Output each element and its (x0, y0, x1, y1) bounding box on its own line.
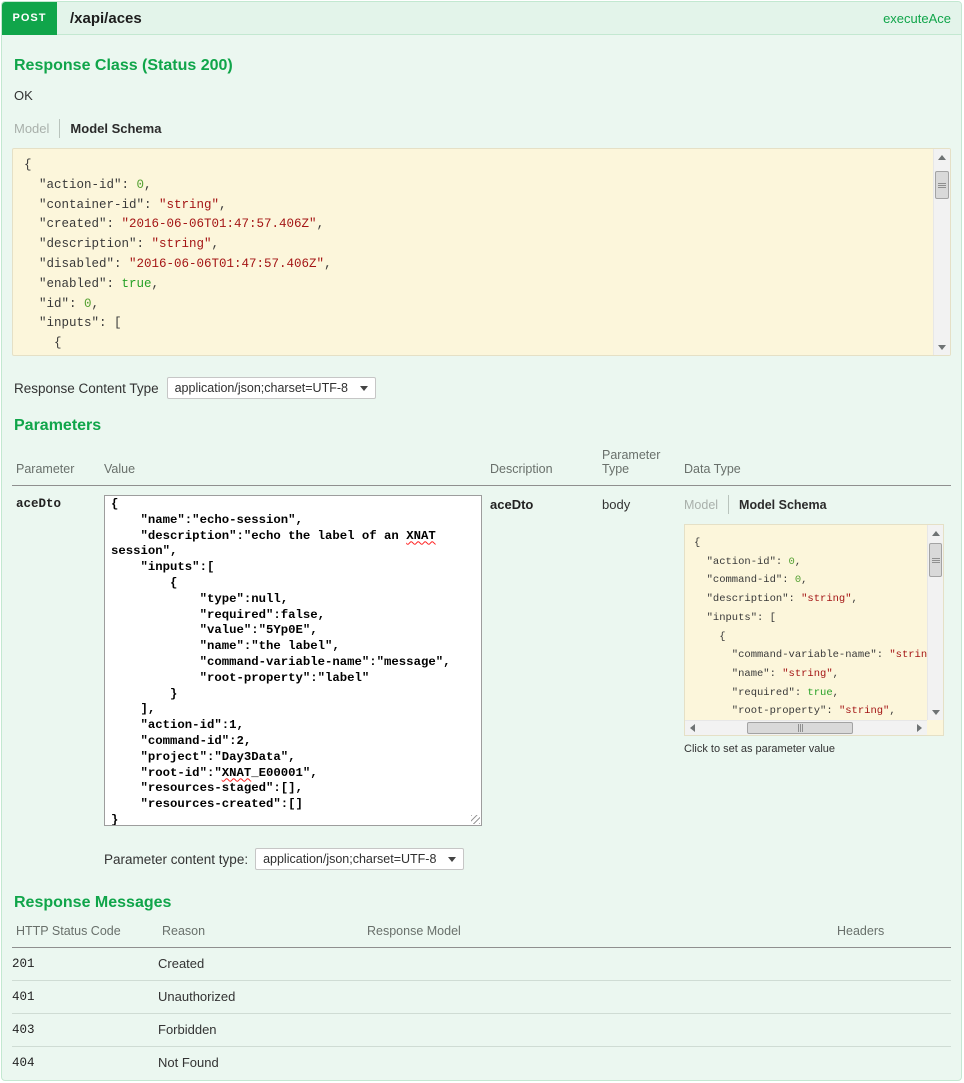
code-vertical-scrollbar[interactable] (933, 149, 950, 355)
tab-separator (59, 119, 60, 138)
status-reason: Forbidden (158, 1022, 363, 1037)
tab-model-schema-small[interactable]: Model Schema (739, 498, 827, 512)
execute-ace-link[interactable]: executeAce (883, 11, 951, 26)
scroll-left-button[interactable] (685, 721, 700, 735)
col-data-type: Data Type (684, 462, 951, 476)
col-parameter: Parameter (16, 462, 104, 476)
tab-separator (728, 495, 729, 514)
tab-model-schema[interactable]: Model Schema (70, 121, 161, 136)
response-content-type-label: Response Content Type (14, 381, 159, 396)
col-response-model: Response Model (367, 924, 837, 938)
arrow-right-icon (917, 724, 922, 732)
data-type-tabs: Model Model Schema (684, 495, 951, 514)
parameter-value-cell: { "name":"echo-session", "description":"… (104, 495, 490, 870)
response-messages-title: Response Messages (14, 894, 951, 912)
scroll-down-button[interactable] (928, 704, 943, 720)
scroll-right-button[interactable] (912, 721, 927, 735)
parameter-content-type-label: Parameter content type: (104, 852, 248, 867)
parameter-schema-codebox[interactable]: { "action-id": 0, "command-id": 0, "desc… (684, 524, 944, 736)
schema-horizontal-scrollbar[interactable] (685, 720, 927, 735)
scroll-down-button[interactable] (934, 339, 950, 355)
arrow-up-icon (932, 531, 940, 536)
status-code: 404 (12, 1056, 158, 1070)
data-type-cell: Model Model Schema { "action-id": 0, "co… (684, 495, 951, 870)
parameters-title: Parameters (14, 417, 951, 435)
parameter-value-textarea[interactable]: { "name":"echo-session", "description":"… (104, 495, 482, 826)
arrow-down-icon (932, 710, 940, 715)
scrollbar-thumb[interactable] (747, 722, 853, 734)
tab-model[interactable]: Model (14, 121, 49, 136)
schema-vertical-scrollbar[interactable] (927, 525, 943, 720)
chevron-down-icon (448, 857, 456, 862)
response-message-row: 201 Created (12, 948, 951, 981)
response-content-type-row: Response Content Type application/json;c… (14, 377, 951, 399)
parameter-content-type-row: Parameter content type: application/json… (104, 848, 490, 870)
response-class-tabs: Model Model Schema (14, 119, 951, 138)
response-content-type-value: application/json;charset=UTF-8 (175, 381, 348, 395)
parameters-header-row: Parameter Value Description Parameter Ty… (12, 448, 951, 486)
scroll-up-button[interactable] (934, 149, 950, 165)
response-schema-code[interactable]: { "action-id": 0, "container-id": "strin… (13, 149, 933, 355)
arrow-up-icon (938, 155, 946, 160)
endpoint-panel: POST /xapi/aces executeAce Response Clas… (1, 1, 962, 1081)
response-content-type-select[interactable]: application/json;charset=UTF-8 (167, 377, 376, 399)
response-messages-header-row: HTTP Status Code Reason Response Model H… (12, 924, 951, 948)
status-reason: Unauthorized (158, 989, 363, 1004)
status-reason: Not Found (158, 1055, 363, 1070)
parameter-row: aceDto { "name":"echo-session", "descrip… (12, 486, 951, 870)
status-code: 201 (12, 957, 158, 971)
scrollbar-thumb[interactable] (929, 543, 942, 577)
chevron-down-icon (360, 386, 368, 391)
endpoint-heading: POST /xapi/aces executeAce (2, 2, 961, 35)
parameter-content-type-select[interactable]: application/json;charset=UTF-8 (255, 848, 464, 870)
scrollbar-grip-icon (938, 183, 946, 188)
scroll-up-button[interactable] (928, 525, 943, 541)
arrow-down-icon (938, 345, 946, 350)
col-parameter-type: Parameter Type (602, 448, 684, 476)
http-method-badge[interactable]: POST (2, 2, 57, 35)
parameter-content-type-value: application/json;charset=UTF-8 (263, 852, 436, 866)
scrollbar-grip-icon (932, 558, 940, 563)
response-schema-codebox: { "action-id": 0, "container-id": "strin… (12, 148, 951, 356)
schema-click-hint: Click to set as parameter value (684, 743, 951, 755)
response-message-row: 403 Forbidden (12, 1014, 951, 1047)
status-reason: Created (158, 956, 363, 971)
scrollbar-thumb[interactable] (935, 171, 949, 199)
col-http-status-code: HTTP Status Code (16, 924, 162, 938)
scrollbar-grip-icon (798, 724, 803, 732)
endpoint-path[interactable]: /xapi/aces (70, 10, 142, 27)
response-class-title: Response Class (Status 200) (14, 57, 951, 75)
response-message-row: 401 Unauthorized (12, 981, 951, 1014)
parameter-description: aceDto (490, 495, 602, 870)
arrow-left-icon (690, 724, 695, 732)
col-description: Description (490, 462, 602, 476)
col-headers: Headers (837, 924, 951, 938)
parameter-type: body (602, 495, 684, 870)
col-reason: Reason (162, 924, 367, 938)
parameter-name: aceDto (16, 495, 104, 870)
parameter-schema-code[interactable]: { "action-id": 0, "command-id": 0, "desc… (685, 525, 927, 720)
endpoint-content: Response Class (Status 200) OK Model Mod… (2, 57, 961, 1081)
col-value: Value (104, 462, 490, 476)
status-code: 401 (12, 990, 158, 1004)
status-code: 403 (12, 1023, 158, 1037)
response-message-row: 404 Not Found (12, 1047, 951, 1079)
response-status-text: OK (14, 88, 951, 103)
tab-model-small[interactable]: Model (684, 498, 718, 512)
